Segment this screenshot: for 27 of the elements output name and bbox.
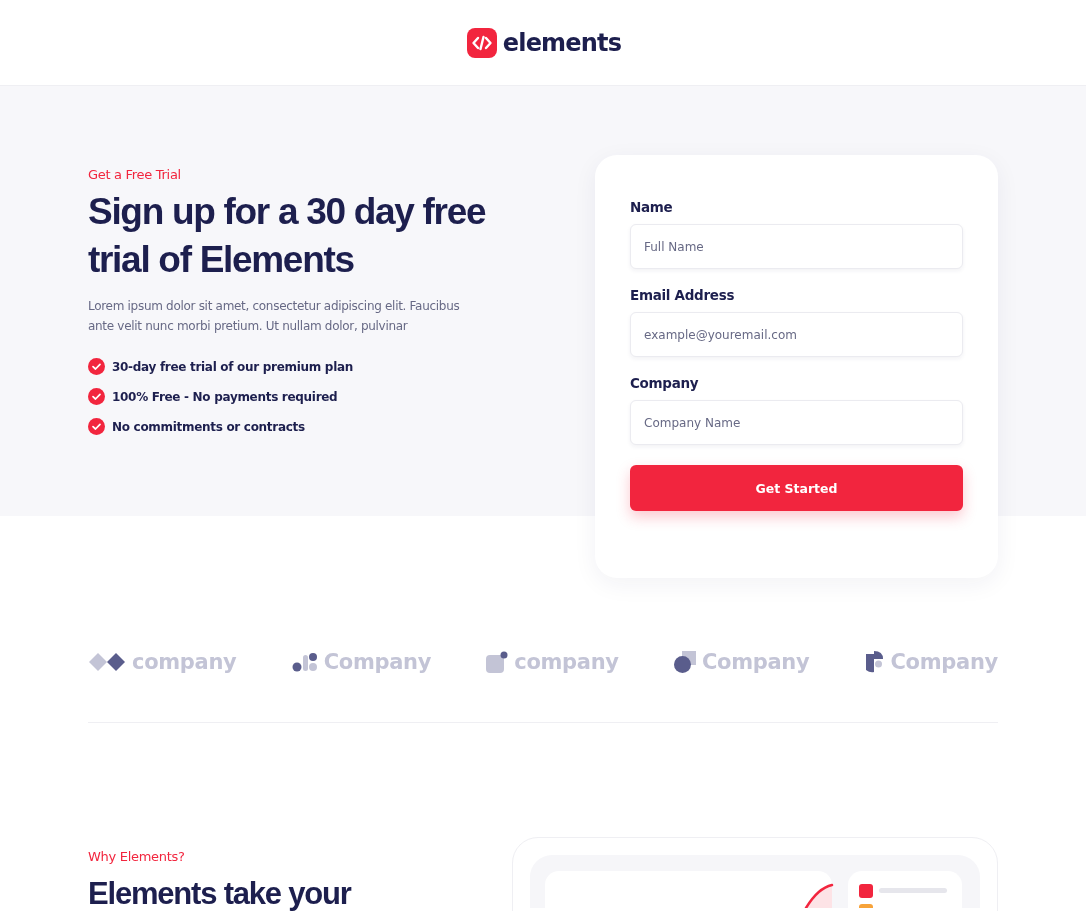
- feature-text: 100% Free - No payments required: [112, 389, 338, 404]
- get-started-button[interactable]: Get Started: [630, 465, 963, 511]
- text-input-field[interactable]: Company Name: [630, 400, 963, 445]
- company-logo-text: Company: [701, 650, 810, 674]
- field-label: Name: [630, 199, 674, 215]
- feature-text: 30-day free trial of our premium plan: [112, 359, 353, 374]
- hero-heading: Sign up for a 30 day free trial of Elements: [88, 190, 487, 282]
- feature-text: No commitments or contracts: [112, 419, 305, 434]
- text-input-field[interactable]: Full Name: [630, 224, 963, 269]
- code-logo-icon: [466, 27, 497, 58]
- company-logo-text: Company: [890, 650, 998, 674]
- field-label: Company: [630, 375, 700, 391]
- text-input-field[interactable]: example@youremail.com: [630, 312, 963, 357]
- hero-description: Lorem ipsum dolor sit amet, consectetur adipiscing elit. Faucibus ante velit nunc morbi pretium. Ut nullam dolor, pulvinar: [88, 298, 461, 335]
- brand-name[interactable]: elements: [502, 28, 622, 57]
- square-logo-icon: [486, 651, 509, 673]
- company-logo-text: company: [132, 650, 237, 674]
- diamonds-logo-icon: [88, 652, 126, 672]
- dots-logo-icon: [291, 652, 318, 672]
- section-eyebrow: Get a Free Trial: [88, 167, 182, 182]
- flag-logo-icon: [864, 650, 885, 674]
- shapes-logo-icon: [673, 651, 696, 673]
- company-logo-text: Company: [323, 650, 432, 674]
- section-heading: Elements take your: [88, 875, 351, 911]
- company-logo-text: company: [514, 650, 619, 674]
- field-label: Email Address: [630, 287, 736, 303]
- section-eyebrow: Why Elements?: [88, 849, 186, 864]
